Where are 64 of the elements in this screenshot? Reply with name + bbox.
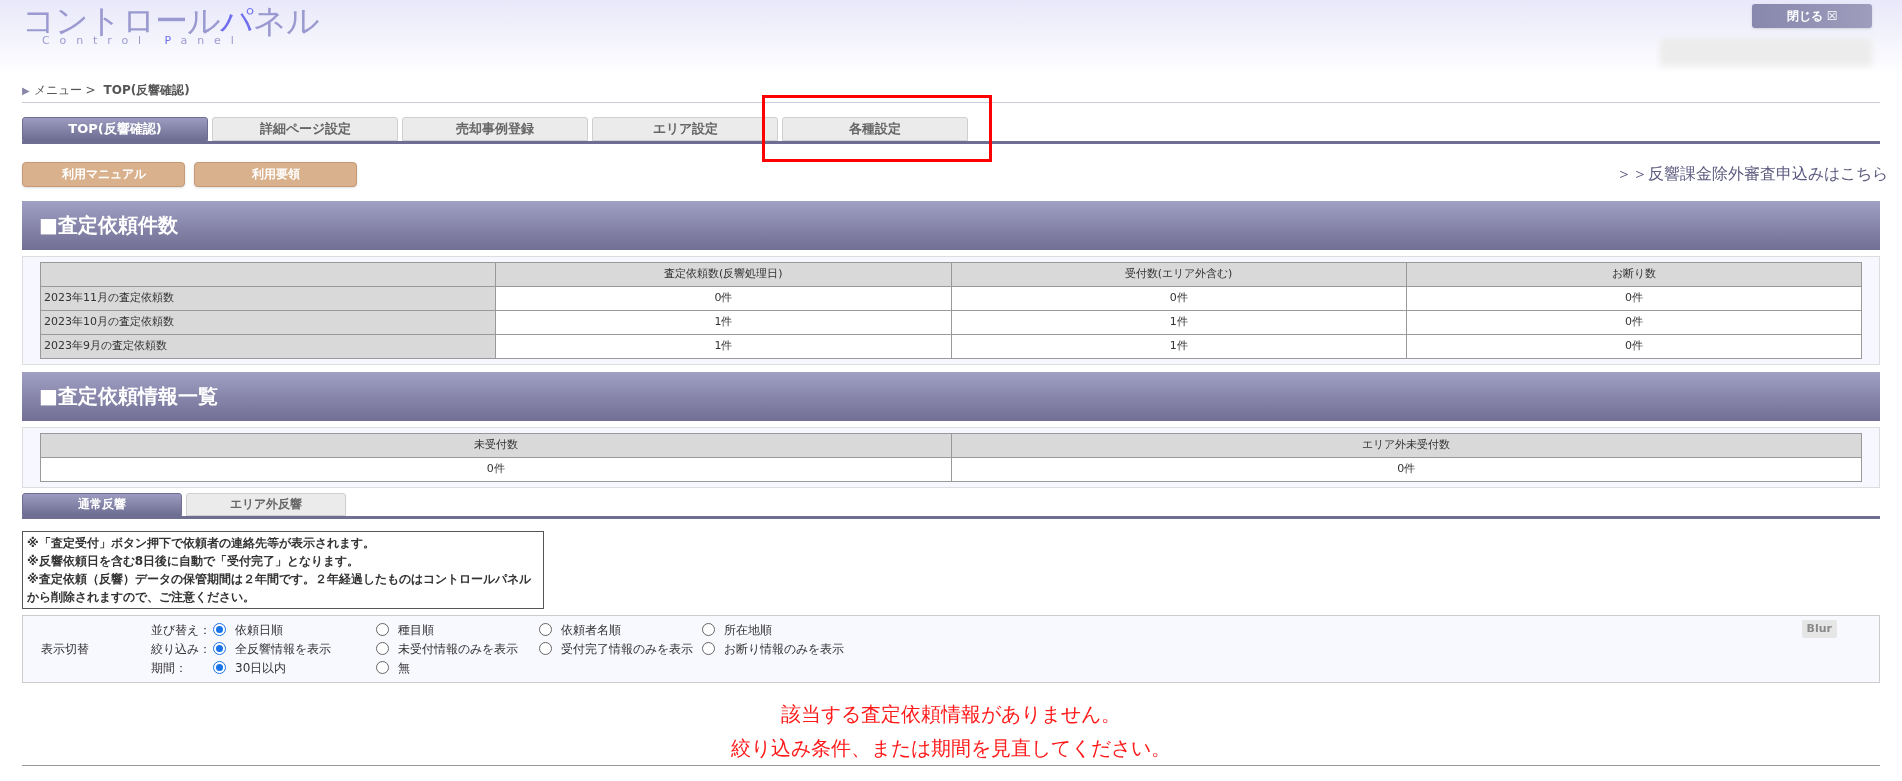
blur-button[interactable]: Blur	[1801, 619, 1837, 638]
table-cell: 0件	[495, 286, 951, 311]
radio-button[interactable]	[539, 623, 552, 637]
breadcrumb-link[interactable]: メニュー >	[33, 81, 96, 99]
table-cell: 1件	[951, 334, 1407, 359]
table-cell: 0件	[1406, 310, 1862, 335]
table-cell: 0件	[1406, 286, 1862, 311]
nav-tab[interactable]: TOP(反響確認)	[22, 116, 208, 141]
table-cell: 1件	[495, 310, 951, 335]
note-text: ※反響依頼日を含む8日後に自動で「受付完了」となります。	[27, 552, 360, 570]
table-cell: 1件	[495, 334, 951, 359]
logo: コントロールパネル Control P anel	[22, 4, 320, 49]
option-label: 並び替え：	[151, 621, 212, 639]
empty-message: 絞り込み条件、または期間を見直してください。	[731, 734, 1171, 762]
table-cell: 0件	[951, 286, 1407, 311]
column-header: お断り数	[1406, 262, 1862, 287]
option-label: 期間：	[151, 659, 188, 677]
radio-label: 受付完了情報のみを表示	[561, 640, 693, 658]
response-tab[interactable]: 通常反響	[22, 492, 182, 516]
breadcrumb-marker: ▶	[22, 83, 30, 98]
table-cell: 1件	[951, 310, 1407, 335]
nav-tab[interactable]: 売却事例登録	[402, 116, 588, 141]
column-header: 受付数(エリア外含む)	[951, 262, 1407, 287]
response-tab[interactable]: エリア外反響	[186, 492, 346, 516]
radio-label: 未受付情報のみを表示	[398, 640, 518, 658]
radio-button[interactable]	[702, 642, 715, 656]
breadcrumb-current: TOP(反響確認)	[103, 82, 190, 99]
radio-button[interactable]	[213, 642, 226, 656]
radio-button[interactable]	[376, 623, 389, 637]
empty-message: 該当する査定依頼情報がありません。	[781, 700, 1121, 728]
radio-button[interactable]	[702, 623, 715, 637]
radio-label: 種目順	[398, 621, 434, 639]
close-button[interactable]: 閉じる ☒	[1752, 4, 1872, 28]
radio-button[interactable]	[213, 661, 226, 675]
column-header: 査定依頼数(反響処理日)	[495, 262, 951, 287]
row-header: 2023年9月の査定依頼数	[40, 334, 496, 359]
radio-button[interactable]	[213, 623, 226, 637]
nav-tab[interactable]: 詳細ページ設定	[212, 116, 398, 141]
radio-label: 無	[398, 659, 410, 677]
radio-button[interactable]	[376, 661, 389, 675]
row-header: 2023年10月の査定依頼数	[40, 310, 496, 335]
radio-label: お断り情報のみを表示	[724, 640, 844, 658]
option-label: 絞り込み：	[151, 640, 212, 658]
exemption-link[interactable]: ＞＞反響課金除外審査申込みはこちら	[1616, 162, 1888, 187]
radio-button[interactable]	[376, 642, 389, 656]
row-header: 2023年11月の査定依頼数	[40, 286, 496, 311]
nav-tab[interactable]: 各種設定	[782, 116, 968, 141]
radio-label: 全反響情報を表示	[235, 640, 331, 658]
note-text: ※査定依頼（反響）データの保管期間は２年間です。２年経過したものはコントロールパネルから削除されますので、ご注意ください。	[27, 570, 532, 606]
table-cell: 0件	[951, 457, 1862, 482]
radio-label: 依頼者名順	[561, 621, 621, 639]
radio-button[interactable]	[539, 642, 552, 656]
column-header: 未受付数	[40, 433, 951, 458]
table-cell: 0件	[1406, 334, 1862, 359]
section-header: ■査定依頼情報一覧	[22, 371, 1880, 421]
panel-label: 表示切替	[41, 640, 90, 658]
radio-label: 30日以内	[235, 659, 287, 677]
nav-tab[interactable]: エリア設定	[592, 116, 778, 141]
radio-label: 依頼日順	[235, 621, 283, 639]
radio-label: 所在地順	[724, 621, 772, 639]
note-text: ※「査定受付」ボタン押下で依頼者の連絡先等が表示されます。	[27, 534, 376, 552]
section-header: ■査定依頼件数	[22, 200, 1880, 250]
table-cell: 0件	[40, 457, 951, 482]
column-header: エリア外未受付数	[951, 433, 1862, 458]
